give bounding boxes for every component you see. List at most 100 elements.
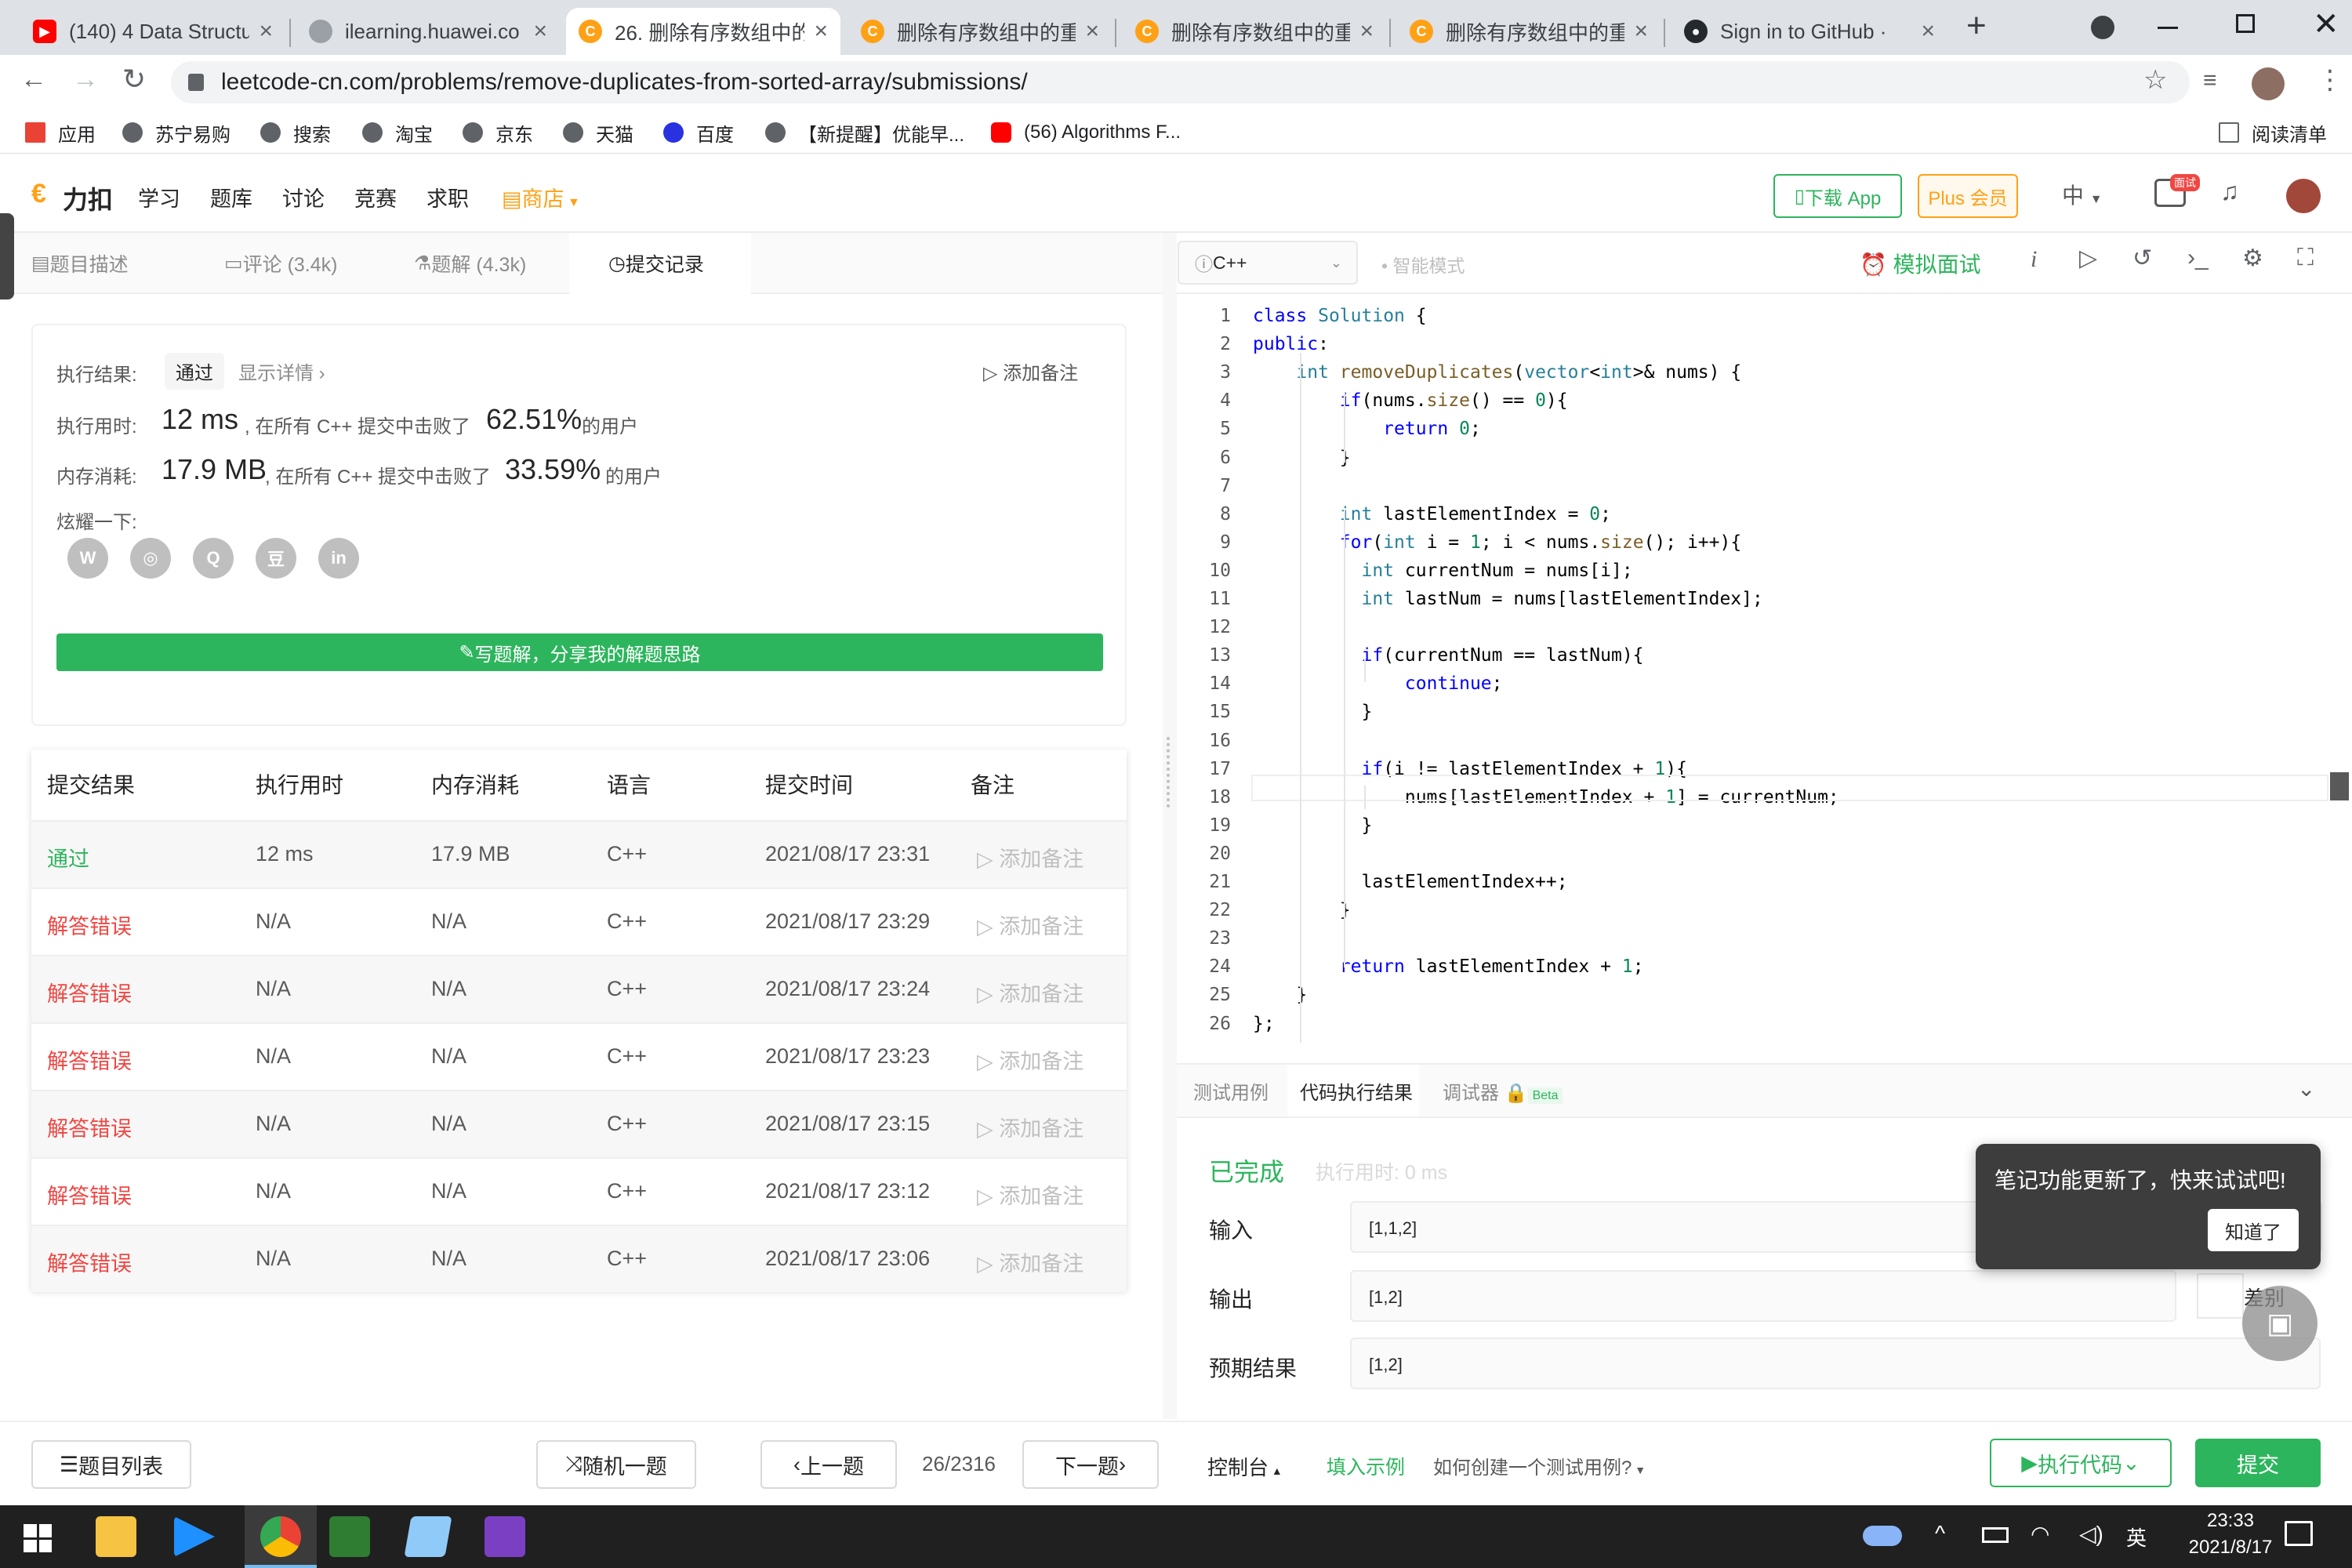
result-cell[interactable]: 解答错误 (47, 909, 132, 940)
table-row[interactable]: 解答错误 N/A N/A C++ 2021/08/17 23:23 ▷ 添加备注 (31, 1022, 1127, 1090)
table-row[interactable]: 解答错误 N/A N/A C++ 2021/08/17 23:29 ▷ 添加备注 (31, 887, 1127, 955)
language-select[interactable]: ⓘ C++ ⌄ (1178, 241, 1358, 285)
bookmark-apps[interactable]: 应用 (25, 120, 96, 146)
result-cell[interactable]: 解答错误 (47, 1044, 132, 1075)
note-cell[interactable]: ▷ 添加备注 (977, 1112, 1083, 1142)
code-line[interactable]: for(int i = 1; i < nums.size(); i++){ (1253, 532, 1741, 553)
browser-tab[interactable]: ● Sign in to GitHub · × (1671, 8, 1947, 55)
tab-submissions[interactable]: ◷ 提交记录 (569, 233, 751, 294)
tab-comments[interactable]: ▭ 评论 (3.4k) (224, 233, 337, 294)
browser-tab[interactable]: C 删除有序数组中的重 × (848, 8, 1112, 55)
code-line[interactable]: int currentNum = nums[i]; (1253, 561, 1632, 581)
close-icon[interactable]: × (814, 18, 828, 45)
url-text[interactable]: leetcode-cn.com/problems/remove-duplicat… (221, 69, 1028, 96)
windows-start-icon[interactable] (24, 1524, 52, 1552)
back-icon[interactable]: ← (20, 64, 47, 95)
notes-app-icon[interactable] (404, 1516, 452, 1557)
onedrive-icon[interactable] (1863, 1526, 1902, 1546)
weibo-icon[interactable]: ◎ (130, 538, 171, 579)
tab-solutions[interactable]: ⚗ 题解 (4.3k) (414, 233, 526, 294)
lock-icon[interactable] (188, 74, 204, 91)
code-line[interactable]: } (1253, 985, 1307, 1005)
code-line[interactable]: }; (1253, 1014, 1275, 1034)
code-line[interactable]: } (1253, 815, 1372, 836)
code-line[interactable]: int lastNum = nums[lastElementIndex]; (1253, 589, 1762, 609)
user-avatar[interactable] (2286, 179, 2321, 213)
note-cell[interactable]: ▷ 添加备注 (977, 1044, 1083, 1075)
bookmark-item[interactable]: 百度 (663, 120, 734, 146)
bookmark-item[interactable]: 京东 (463, 120, 533, 146)
next-problem-button[interactable]: 下一题 › (1022, 1440, 1159, 1489)
notes-floating-icon[interactable]: ▣ (2242, 1286, 2318, 1361)
nav-problems[interactable]: 题库 (210, 182, 252, 212)
file-explorer-icon[interactable] (96, 1516, 136, 1557)
bookmark-item[interactable]: 【新提醒】优能早... (765, 120, 964, 146)
leetcode-logo-icon[interactable]: € (31, 179, 46, 209)
code-line[interactable]: class Solution { (1253, 306, 1427, 326)
terminal-icon[interactable]: ›_ (2187, 245, 2209, 271)
battery-icon[interactable] (1982, 1527, 2009, 1543)
visual-studio-icon[interactable] (485, 1516, 525, 1557)
table-row[interactable]: 解答错误 N/A N/A C++ 2021/08/17 23:24 ▷ 添加备注 (31, 955, 1127, 1022)
chrome-icon[interactable] (260, 1516, 301, 1557)
bookmark-item[interactable]: 苏宁易购 (122, 120, 230, 146)
nav-jobs[interactable]: 求职 (426, 182, 469, 212)
close-icon[interactable]: × (259, 18, 273, 45)
bookmark-item[interactable]: 搜索 (260, 120, 331, 146)
close-icon[interactable]: × (1359, 18, 1374, 45)
settings-icon[interactable]: ⚙ (2242, 245, 2263, 272)
bookmark-item[interactable]: (56) Algorithms F... (991, 120, 1181, 145)
close-icon[interactable]: × (1921, 18, 1935, 45)
table-row[interactable]: 解答错误 N/A N/A C++ 2021/08/17 23:15 ▷ 添加备注 (31, 1090, 1127, 1157)
language-switch[interactable]: 中 ▼ (2062, 179, 2103, 210)
browser-tab-active[interactable]: C 26. 删除有序数组中的 × (566, 8, 840, 55)
bell-icon[interactable]: ♫ (2220, 177, 2239, 206)
pane-resizer[interactable] (1163, 233, 1177, 1419)
tab-testcase[interactable]: 测试用例 (1193, 1077, 1269, 1105)
clock-date[interactable]: 2021/8/17 (2172, 1537, 2289, 1559)
qq-icon[interactable]: Q (193, 538, 234, 579)
result-cell[interactable]: 解答错误 (47, 977, 132, 1007)
smart-mode-toggle[interactable]: • 智能模式 (1381, 251, 1465, 278)
code-line[interactable]: } (1253, 702, 1372, 722)
write-solution-button[interactable]: ✎ 写题解，分享我的解题思路 (56, 633, 1103, 671)
nav-learn[interactable]: 学习 (138, 182, 180, 212)
editor-scrollbar[interactable] (2330, 772, 2349, 800)
browser-tab[interactable]: ▶ (140) 4 Data Structu × (20, 8, 285, 55)
play-outline-icon[interactable]: ▷ (2079, 245, 2097, 272)
code-line[interactable]: if(currentNum == lastNum){ (1253, 645, 1643, 666)
submit-button[interactable]: 提交 (2195, 1439, 2321, 1487)
show-details-link[interactable]: 显示详情 › (238, 358, 325, 385)
toast-ok-button[interactable]: 知道了 (2208, 1209, 2299, 1251)
close-icon[interactable]: × (1634, 18, 1648, 45)
sidebar-handle[interactable] (0, 213, 14, 299)
restore-icon[interactable] (2236, 14, 2255, 33)
menu-icon[interactable]: ⋮ (2317, 64, 2343, 96)
download-app-button[interactable]: ▯ 下载 App (1773, 174, 1902, 218)
prev-problem-button[interactable]: ‹ 上一题 (760, 1440, 897, 1489)
clock-time[interactable]: 23:33 (2187, 1510, 2274, 1532)
note-cell[interactable]: ▷ 添加备注 (977, 909, 1083, 940)
close-icon[interactable]: × (533, 18, 547, 45)
browser-tab[interactable]: ilearning.huawei.co × (296, 8, 560, 55)
note-cell[interactable]: ▷ 添加备注 (977, 842, 1083, 873)
mock-interview-button[interactable]: ⏰ 模拟面试 (1860, 248, 1981, 279)
console-toggle[interactable]: 控制台 ▲ (1207, 1452, 1283, 1481)
info-italic-icon[interactable]: i (2031, 246, 2037, 273)
notification-center-icon[interactable] (2285, 1521, 2313, 1546)
browser-tab[interactable]: C 删除有序数组中的重 × (1397, 8, 1661, 55)
media-icon[interactable]: ≡ (2203, 67, 2217, 94)
plus-member-button[interactable]: Plus 会员 (1918, 174, 2018, 218)
tab-debugger[interactable]: 调试器 🔒 Beta (1443, 1077, 1563, 1105)
reading-list[interactable]: 阅读清单 (2219, 120, 2327, 146)
volume-icon[interactable]: ◁) (2079, 1521, 2103, 1547)
result-cell[interactable]: 解答错误 (47, 1247, 132, 1277)
fullscreen-icon[interactable]: ⛶ (2297, 245, 2314, 271)
table-row[interactable]: 解答错误 N/A N/A C++ 2021/08/17 23:06 ▷ 添加备注 (31, 1225, 1127, 1292)
code-line[interactable]: return 0; (1253, 419, 1481, 439)
tab-run-result[interactable]: 代码执行结果 (1300, 1077, 1413, 1105)
browser-tab[interactable]: C 删除有序数组中的重 × (1123, 8, 1386, 55)
nav-contest[interactable]: 竞赛 (354, 182, 397, 212)
chevron-up-icon[interactable]: ^ (1935, 1521, 1945, 1546)
note-cell[interactable]: ▷ 添加备注 (977, 1179, 1083, 1210)
